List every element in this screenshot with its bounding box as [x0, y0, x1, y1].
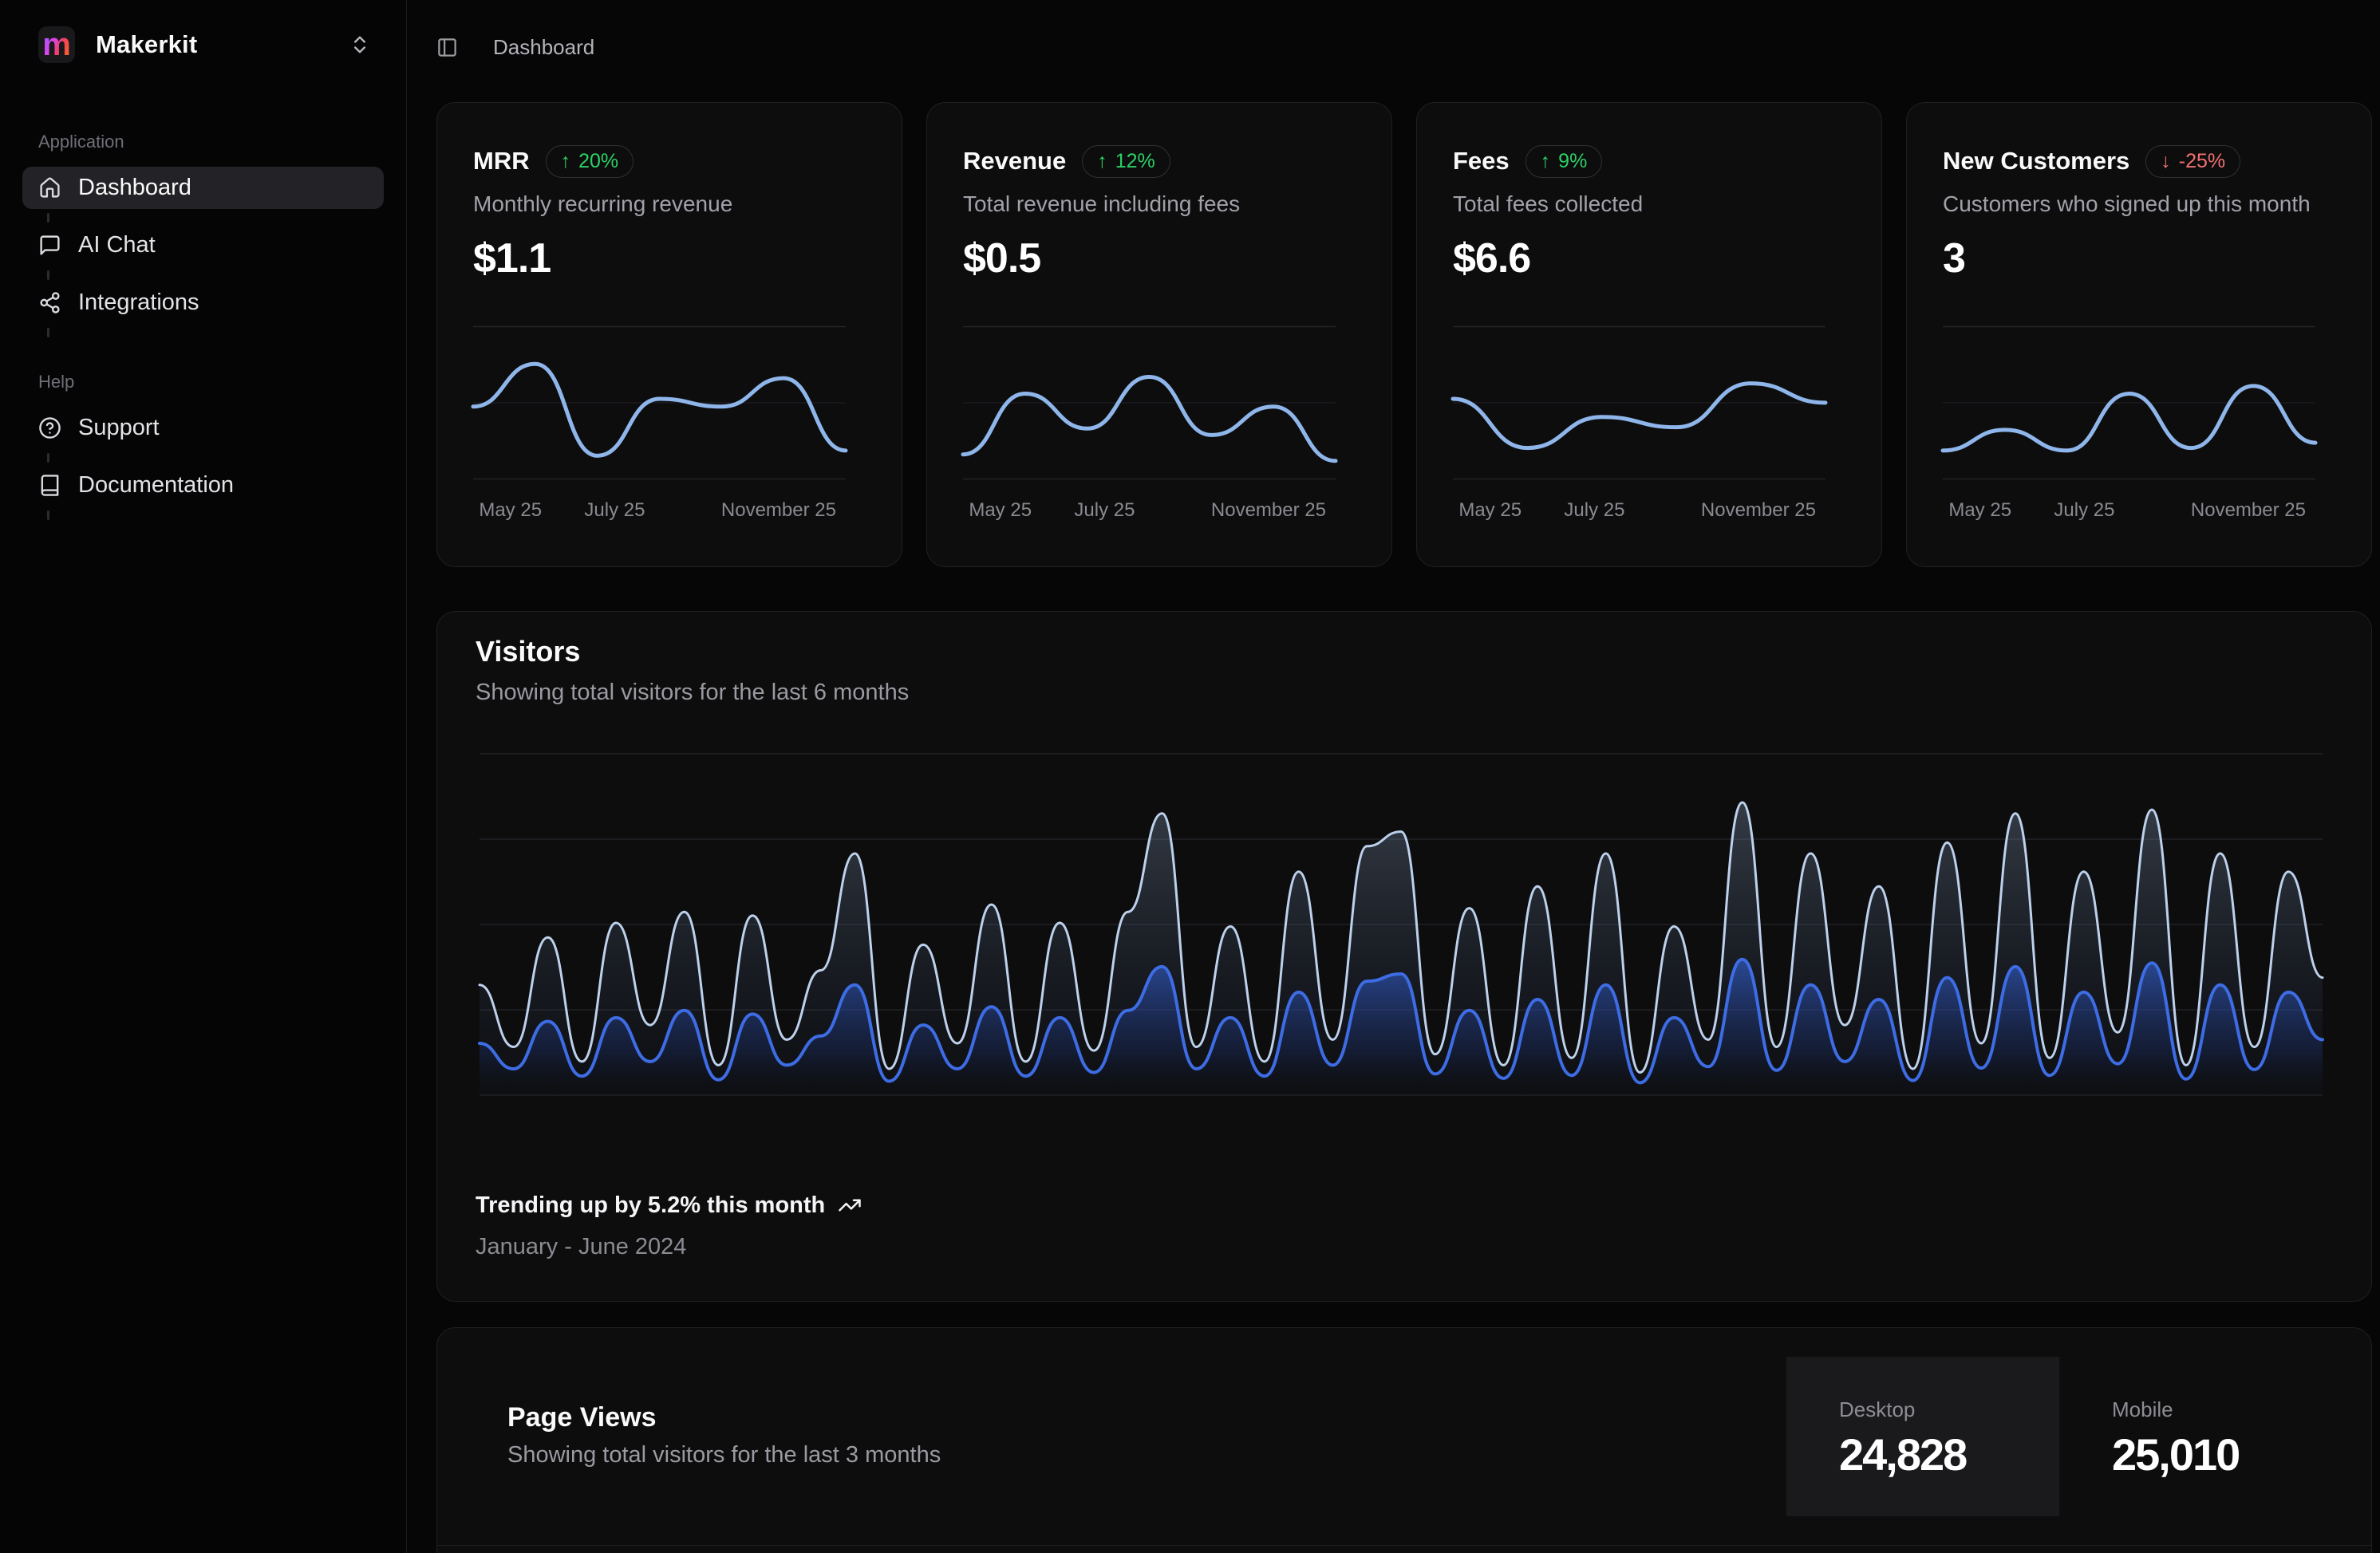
submenu-dash: [47, 213, 49, 223]
stat-title: New Customers: [1943, 147, 2129, 175]
share-network-icon: [38, 291, 61, 314]
visitors-title: Visitors: [476, 633, 580, 671]
toggle-value: 25,010: [2112, 1433, 2332, 1477]
stat-title: MRR: [473, 147, 530, 175]
logo-letter: m: [42, 29, 71, 61]
sidebar: m Makerkit Application Dashboard AI Chat: [0, 0, 407, 1553]
x-tick: May 25: [479, 499, 542, 522]
arrow-down-icon: ↓: [2161, 150, 2171, 173]
stat-card-fees: Fees ↑9% Total fees collected $6.6 May 2…: [1416, 102, 1882, 567]
sidebar-item-label: Dashboard: [78, 175, 191, 201]
page-views-title: Page Views: [507, 1399, 657, 1436]
stat-value: 3: [1943, 234, 2325, 283]
trend-badge: ↑20%: [546, 145, 634, 178]
visitors-subtitle: Showing total visitors for the last 6 mo…: [476, 676, 909, 709]
x-tick: November 25: [1211, 499, 1326, 522]
x-tick: July 25: [2054, 499, 2114, 522]
app-root: m Makerkit Application Dashboard AI Chat: [0, 0, 2380, 1553]
sidebar-item-label: AI Chat: [78, 232, 156, 258]
arrow-up-icon: ↑: [561, 150, 571, 173]
arrow-up-icon: ↑: [1097, 150, 1107, 173]
submenu-dash: [47, 453, 49, 463]
toggle-label: Mobile: [2112, 1398, 2332, 1421]
submenu-dash: [47, 510, 49, 520]
stat-title: Fees: [1453, 147, 1510, 175]
stat-subtitle: Total fees collected: [1453, 187, 1835, 221]
toggle-mobile[interactable]: Mobile 25,010: [2059, 1357, 2332, 1516]
trend-badge: ↑9%: [1525, 145, 1603, 178]
trend-badge: ↑12%: [1082, 145, 1170, 178]
visitors-trend-text: Trending up by 5.2% this month: [476, 1189, 825, 1221]
visitors-card: Visitors Showing total visitors for the …: [436, 611, 2372, 1302]
x-tick: November 25: [721, 499, 836, 522]
sparkline-chart: May 25 July 25 November 25: [473, 325, 846, 526]
trending-up-icon: [838, 1193, 862, 1217]
submenu-dash: [47, 328, 49, 337]
stat-value: $1.1: [473, 234, 855, 283]
sparkline-chart: May 25 July 25 November 25: [963, 325, 1336, 526]
breadcrumb: Dashboard: [493, 35, 594, 60]
visitors-area-chart: [480, 753, 2323, 1096]
sidebar-item-label: Support: [78, 415, 160, 441]
chat-bubble-icon: [38, 234, 61, 257]
toggle-desktop[interactable]: Desktop 24,828: [1786, 1357, 2059, 1516]
toggle-label: Desktop: [1839, 1398, 2059, 1421]
help-circle-icon: [38, 416, 61, 439]
sidebar-item-documentation[interactable]: Documentation: [22, 464, 384, 506]
page-views-card: Page Views Showing total visitors for th…: [436, 1327, 2372, 1553]
toggle-value: 24,828: [1839, 1433, 2059, 1477]
x-tick: July 25: [584, 499, 645, 522]
card-divider: [437, 1545, 2371, 1546]
x-tick: November 25: [1701, 499, 1816, 522]
sparkline-chart: May 25 July 25 November 25: [1453, 325, 1825, 526]
x-tick: May 25: [1948, 499, 2011, 522]
sidebar-item-dashboard[interactable]: Dashboard: [22, 167, 384, 209]
stat-card-new-customers: New Customers ↓-25% Customers who signed…: [1906, 102, 2372, 567]
page-views-subtitle: Showing total visitors for the last 3 mo…: [507, 1439, 941, 1471]
chevrons-up-down-icon[interactable]: [349, 34, 371, 56]
sparkline-chart: May 25 July 25 November 25: [1943, 325, 2315, 526]
sidebar-item-integrations[interactable]: Integrations: [22, 282, 384, 324]
x-tick: November 25: [2191, 499, 2306, 522]
stat-subtitle: Monthly recurring revenue: [473, 187, 855, 221]
stat-subtitle: Customers who signed up this month: [1943, 187, 2325, 221]
visitors-trend-row: Trending up by 5.2% this month: [476, 1189, 862, 1221]
x-tick: July 25: [1564, 499, 1624, 522]
sidebar-item-label: Integrations: [78, 290, 199, 316]
stat-value: $6.6: [1453, 234, 1835, 283]
x-tick: July 25: [1074, 499, 1135, 522]
x-tick: May 25: [1458, 499, 1522, 522]
trend-badge: ↓-25%: [2145, 145, 2240, 178]
workspace-selector[interactable]: m Makerkit: [0, 0, 406, 63]
topbar: Dashboard: [436, 35, 594, 60]
sidebar-toggle-icon[interactable]: [436, 37, 458, 58]
nav-section-help: Help: [22, 372, 384, 392]
page-views-toggles: Desktop 24,828 Mobile 25,010: [1786, 1357, 2332, 1516]
arrow-up-icon: ↑: [1541, 150, 1551, 173]
stat-card-revenue: Revenue ↑12% Total revenue including fee…: [926, 102, 1392, 567]
stat-card-mrr: MRR ↑20% Monthly recurring revenue $1.1 …: [436, 102, 902, 567]
home-icon: [38, 176, 61, 199]
submenu-dash: [47, 270, 49, 280]
makerkit-logo: m: [38, 26, 75, 63]
sidebar-item-support[interactable]: Support: [22, 407, 384, 449]
x-tick: May 25: [969, 499, 1032, 522]
visitors-date-range: January - June 2024: [476, 1231, 686, 1263]
sidebar-item-ai-chat[interactable]: AI Chat: [22, 224, 384, 266]
stat-subtitle: Total revenue including fees: [963, 187, 1345, 221]
stat-title: Revenue: [963, 147, 1066, 175]
nav-section-application: Application: [22, 132, 384, 152]
workspace-name: Makerkit: [96, 30, 328, 59]
stat-value: $0.5: [963, 234, 1345, 283]
sidebar-nav: Application Dashboard AI Chat Int: [0, 132, 406, 506]
book-icon: [38, 474, 61, 497]
sidebar-item-label: Documentation: [78, 472, 234, 499]
